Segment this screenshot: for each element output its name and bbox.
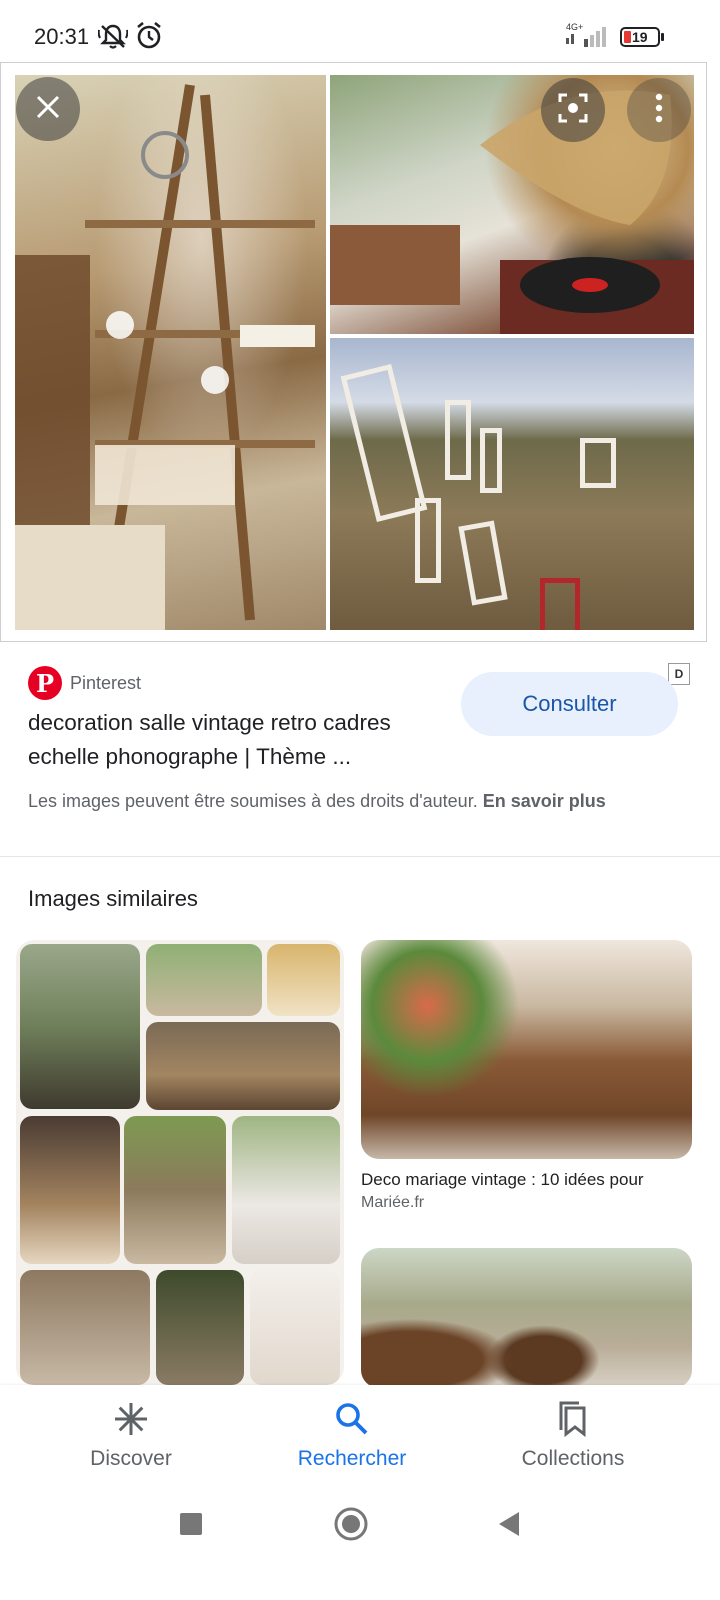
source-link[interactable]: P Pinterest [28, 666, 141, 700]
more-vert-icon [655, 93, 663, 128]
source-name: Pinterest [70, 672, 142, 693]
status-time: 20:31 [34, 24, 90, 49]
recents-icon[interactable] [180, 1513, 202, 1540]
battery-icon: 19 [620, 27, 664, 47]
nav-discover-label: Discover [90, 1447, 172, 1470]
hero-image-ladder [15, 75, 326, 630]
similar-images-title: Images similaires [28, 886, 198, 911]
similar-image-card[interactable] [361, 1248, 692, 1388]
system-navigation-bar [0, 1485, 720, 1600]
result-title[interactable]: decoration salle vintage retro cadres ec… [28, 706, 458, 774]
lens-icon [557, 92, 589, 129]
divider [0, 856, 720, 857]
more-options-button[interactable] [627, 78, 691, 142]
learn-more-link[interactable]: En savoir plus [483, 791, 606, 811]
nav-search-label: Rechercher [297, 1447, 407, 1470]
bottom-navigation: Discover Rechercher Collections [0, 1385, 720, 1485]
signal-icon [566, 24, 610, 53]
watermark-badge: D [668, 663, 690, 685]
home-icon[interactable] [334, 1507, 368, 1546]
similar-card-caption[interactable]: Deco mariage vintage : 10 idées pour [361, 1170, 691, 1190]
similar-image-card[interactable] [361, 940, 692, 1159]
lens-button[interactable] [541, 78, 605, 142]
close-button[interactable] [16, 77, 80, 141]
close-icon [35, 94, 61, 125]
battery-level: 19 [632, 29, 648, 45]
nav-collections-label: Collections [521, 1447, 625, 1470]
similar-card-source: Mariée.fr [361, 1194, 425, 1211]
copyright-notice: Les images peuvent être soumises à des d… [28, 788, 688, 815]
alarm-icon [136, 21, 162, 55]
similar-image-collage[interactable] [16, 940, 344, 1385]
copyright-text: Les images peuvent être soumises à des d… [28, 791, 478, 811]
mute-icon [97, 22, 129, 55]
nav-discover[interactable]: Discover [21, 1385, 241, 1485]
hero-image-frames [330, 338, 694, 630]
search-icon [335, 1401, 369, 1437]
image-preview[interactable]: D [0, 62, 707, 685]
collections-icon [556, 1401, 590, 1438]
battery-level-fill [624, 31, 631, 43]
discover-icon [113, 1401, 149, 1437]
nav-search[interactable]: Rechercher [242, 1385, 462, 1485]
visit-button[interactable]: Consulter [461, 672, 678, 736]
pinterest-logo-icon: P [28, 666, 62, 700]
status-bar: 20:31 4G+ 19 [0, 0, 720, 62]
back-icon[interactable] [497, 1511, 521, 1542]
nav-collections[interactable]: Collections [463, 1385, 683, 1485]
